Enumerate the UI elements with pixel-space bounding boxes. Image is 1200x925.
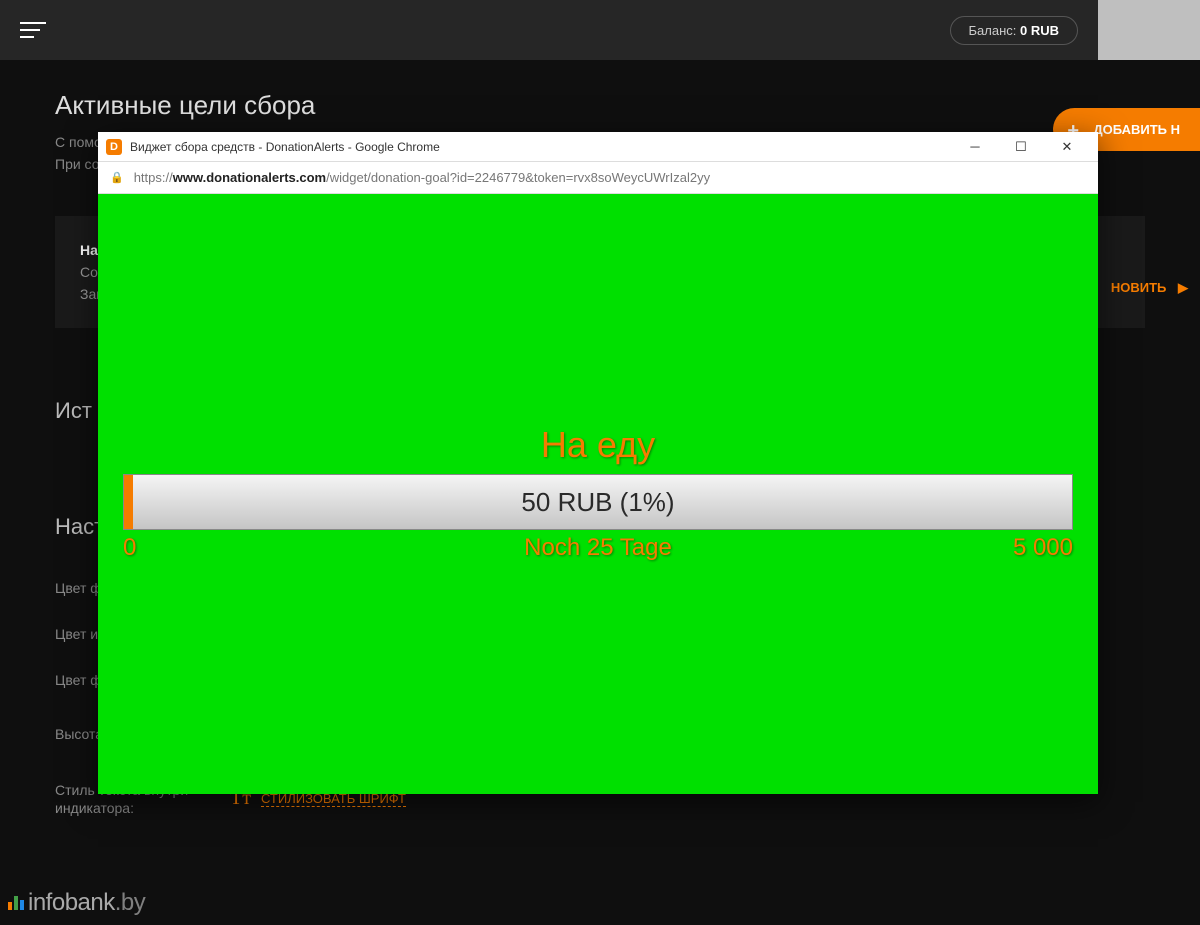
progress-max: 5 000 [1013,534,1073,562]
watermark-brand: infobank [28,889,115,916]
page-heading: Активные цели сбора [55,90,1145,121]
watermark-tld: .by [115,889,146,916]
top-bar: Баланс: 0 RUB [0,0,1098,60]
balance-label: Баланс: [969,23,1020,38]
progress-min: 0 [123,534,136,562]
card-action-button[interactable]: НОВИТЬ ▶ [1111,280,1188,296]
add-button-label: ДОБАВИТЬ Н [1093,122,1180,137]
balance-value: 0 RUB [1020,23,1059,38]
minimize-button[interactable]: ─ [952,132,998,162]
progress-center: Noch 25 Tage [524,534,672,562]
window-titlebar[interactable]: D Виджет сбора средств - DonationAlerts … [98,132,1098,162]
address-bar[interactable]: 🔒 https://www.donationalerts.com/widget/… [98,162,1098,194]
balance-badge[interactable]: Баланс: 0 RUB [950,16,1079,45]
progress-labels: 0 Noch 25 Tage 5 000 [123,534,1073,564]
action-label: НОВИТЬ [1111,280,1167,295]
maximize-button[interactable]: ☐ [998,132,1044,162]
right-blank-area [1098,0,1200,60]
window-title: Виджет сбора средств - DonationAlerts - … [130,140,440,154]
progress-bar: 50 RUB (1%) [123,474,1073,530]
url-text: https://www.donationalerts.com/widget/do… [134,170,710,185]
close-button[interactable]: ✕ [1044,132,1090,162]
app-icon: D [106,139,122,155]
watermark: infobank.by [8,889,145,917]
chrome-popup-window: D Виджет сбора средств - DonationAlerts … [98,132,1098,794]
menu-icon[interactable] [20,22,46,38]
play-icon: ▶ [1174,280,1188,295]
goal-title: На еду [98,194,1098,466]
lock-icon: 🔒 [110,171,124,184]
watermark-logo [8,896,24,910]
progress-text: 50 RUB (1%) [124,475,1072,529]
widget-preview: На еду 50 RUB (1%) 0 Noch 25 Tage 5 000 [98,194,1098,794]
